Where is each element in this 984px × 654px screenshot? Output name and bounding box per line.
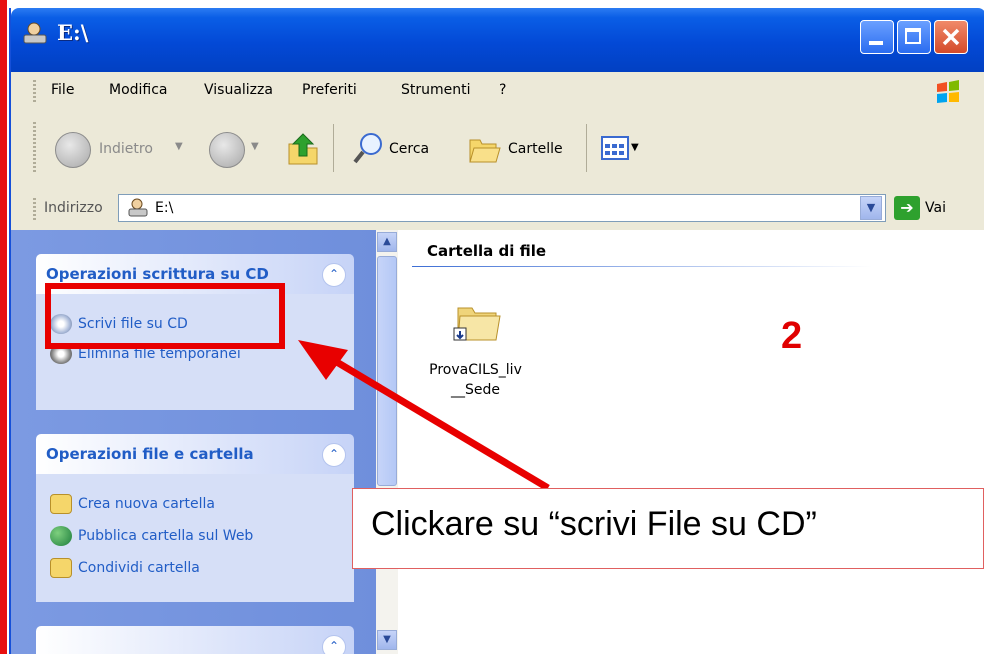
new-folder-label: Crea nuova cartella xyxy=(78,496,215,512)
file-tasks-title: Operazioni file e cartella xyxy=(46,445,254,463)
standard-toolbar: Indietro ▼ ▼ Cerca Cartelle ▼ xyxy=(11,110,984,189)
instruction-text: Clickare su “scrivi File su CD” xyxy=(371,505,817,543)
folder-icon[interactable] xyxy=(450,300,504,346)
address-bar: Indirizzo E:\ ▼ ➔ Vai xyxy=(11,188,984,231)
new-folder-link[interactable]: Crea nuova cartella xyxy=(50,494,215,514)
windows-logo-icon xyxy=(937,80,959,103)
task-pane-scrollbar[interactable]: ▲ ▼ xyxy=(376,230,398,654)
highlight-box xyxy=(45,283,285,349)
go-arrow-icon[interactable]: ➔ xyxy=(894,196,920,220)
toolbar-separator xyxy=(333,124,334,172)
title-bar[interactable]: E:\ xyxy=(11,8,984,72)
menu-grip[interactable] xyxy=(33,80,36,104)
publish-folder-label: Pubblica cartella sul Web xyxy=(78,528,254,544)
file-list: Cartella di file ProvaCILS_liv __Sede 2 xyxy=(398,230,984,654)
address-input[interactable]: E:\ xyxy=(118,194,886,222)
scroll-up-icon[interactable]: ▲ xyxy=(377,232,397,252)
address-label: Indirizzo xyxy=(44,200,103,216)
share-folder-icon xyxy=(50,558,72,578)
drive-icon xyxy=(23,22,47,44)
cd-tasks-title: Operazioni scrittura su CD xyxy=(46,265,269,283)
instruction-callout: Clickare su “scrivi File su CD” xyxy=(352,488,984,569)
up-folder-icon[interactable] xyxy=(285,130,321,168)
search-icon[interactable] xyxy=(351,130,387,168)
file-tasks-body: Crea nuova cartella Pubblica cartella su… xyxy=(36,474,354,602)
step-number: 2 xyxy=(781,315,803,357)
back-dropdown-icon[interactable]: ▼ xyxy=(175,141,183,152)
back-arrow-icon[interactable] xyxy=(55,132,91,168)
menu-strumenti[interactable]: Strumenti xyxy=(401,82,471,98)
left-red-border xyxy=(0,0,7,654)
publish-folder-link[interactable]: Pubblica cartella sul Web xyxy=(50,526,253,546)
file-item-label[interactable]: ProvaCILS_liv __Sede xyxy=(418,360,533,400)
minimize-icon xyxy=(869,41,883,45)
forward-dropdown-icon[interactable]: ▼ xyxy=(251,141,259,152)
toolbar-separator-2 xyxy=(586,124,587,172)
share-folder-label: Condividi cartella xyxy=(78,560,200,576)
menu-help[interactable]: ? xyxy=(499,82,506,98)
toolbar-grip[interactable] xyxy=(33,122,36,174)
menu-modifica[interactable]: Modifica xyxy=(109,82,168,98)
menu-bar: File Modifica Visualizza Preferiti Strum… xyxy=(11,72,984,111)
menu-visualizza[interactable]: Visualizza xyxy=(204,82,273,98)
back-button-label[interactable]: Indietro xyxy=(99,141,153,157)
share-folder-link[interactable]: Condividi cartella xyxy=(50,558,200,578)
go-button-label[interactable]: Vai xyxy=(925,200,946,216)
file-tasks-header[interactable]: Operazioni file e cartella ⌃ xyxy=(36,434,354,474)
menu-preferiti[interactable]: Preferiti xyxy=(302,82,357,98)
address-value: E:\ xyxy=(155,200,174,216)
details-collapse-chevron-icon[interactable]: ⌃ xyxy=(322,635,346,654)
new-folder-icon xyxy=(50,494,72,514)
scroll-down-icon[interactable]: ▼ xyxy=(377,630,397,650)
file-collapse-chevron-icon[interactable]: ⌃ xyxy=(322,443,346,467)
maximize-icon xyxy=(905,28,921,44)
address-dropdown-icon[interactable]: ▼ xyxy=(860,196,882,220)
scroll-thumb[interactable] xyxy=(377,256,397,486)
details-header[interactable]: ⌃ xyxy=(36,626,354,654)
menu-file[interactable]: File xyxy=(51,82,74,98)
maximize-button[interactable] xyxy=(897,20,931,54)
minimize-button[interactable] xyxy=(860,20,894,54)
search-button-label[interactable]: Cerca xyxy=(389,141,429,157)
group-header: Cartella di file xyxy=(427,242,547,260)
window-title: E:\ xyxy=(57,20,89,45)
address-grip[interactable] xyxy=(33,198,36,220)
views-icon[interactable] xyxy=(601,136,629,160)
cd-collapse-chevron-icon[interactable]: ⌃ xyxy=(322,263,346,287)
close-button[interactable] xyxy=(934,20,968,54)
globe-icon xyxy=(50,526,72,546)
folders-icon[interactable] xyxy=(466,130,504,168)
views-dropdown-icon[interactable]: ▼ xyxy=(631,142,639,153)
close-icon xyxy=(942,28,960,46)
forward-arrow-icon[interactable] xyxy=(209,132,245,168)
group-divider xyxy=(412,266,872,267)
folders-button-label[interactable]: Cartelle xyxy=(508,141,563,157)
drive-icon-small xyxy=(128,198,148,217)
